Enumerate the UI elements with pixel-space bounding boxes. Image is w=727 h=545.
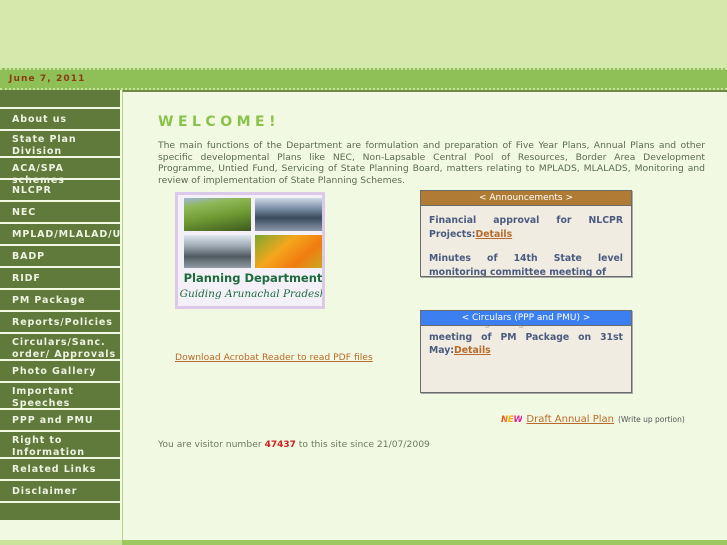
photo-landscape-icon (184, 198, 251, 231)
acrobat-reader-link[interactable]: Download Acrobat Reader to read PDF file… (175, 352, 373, 363)
sidebar-item-related-links[interactable]: Related Links (0, 459, 120, 481)
sidebar-item-label: Circulars/Sanc. order/ Approvals (12, 337, 116, 360)
new-badge-icon: NEW (501, 415, 523, 425)
sidebar-item-label: RIDF (12, 273, 41, 284)
sidebar-item-right-to-information[interactable]: Right to Information (0, 432, 120, 459)
logo-tagline: Guiding Arunachal Pradesh (179, 288, 325, 300)
visitor-count: 47437 (264, 440, 296, 450)
sidebar-item-label: MPLAD/MLALAD/UF (12, 229, 129, 240)
announcement-text: Minutes of 14th State level monitoring c… (429, 253, 623, 276)
footer-stripe-left (0, 540, 122, 545)
photo-river-icon (255, 198, 322, 231)
sidebar-item-label: Related Links (12, 464, 97, 475)
sidebar-item-state-plan-division[interactable]: State Plan Division (0, 131, 120, 158)
photo-bridge-icon (184, 235, 251, 268)
intro-paragraph: The main functions of the Department are… (158, 140, 705, 186)
sidebar-item-label: Important Speeches (12, 386, 74, 409)
announcement-text: Financial approval for NLCPR Projects: (429, 215, 623, 240)
sidebar-item-disclaimer[interactable]: Disclaimer (0, 481, 120, 503)
sidebar-item-badp[interactable]: BADP (0, 246, 120, 268)
sidebar-item-label: BADP (12, 251, 46, 262)
sidebar-item-label: NLCPR (12, 185, 52, 196)
circulars-header: < Circulars (PPP and PMU) > (421, 311, 631, 326)
draft-annual-plan-link[interactable]: Draft Annual Plan (526, 414, 614, 425)
visitor-suffix: to this site since 21/07/2009 (298, 439, 430, 450)
current-date: June 7, 2011 (9, 74, 86, 84)
announcement-item: Minutes of 14th State level monitoring c… (429, 252, 623, 276)
sidebar-bottom-spacer (0, 503, 120, 522)
sidebar-item-circulars-sanction-orders[interactable]: Circulars/Sanc. order/ Approvals (0, 334, 120, 361)
circular-details-link[interactable]: Details (454, 345, 491, 356)
date-bar: June 7, 2011 (0, 68, 727, 90)
main-content: WELCOME! The main functions of the Depar… (122, 90, 727, 542)
page-title: WELCOME! (158, 114, 280, 130)
sidebar-item-ppp-and-pmu[interactable]: PPP and PMU (0, 410, 120, 432)
sidebar-item-label: Reports/Policies (12, 317, 113, 328)
circulars-box: < Circulars (PPP and PMU) > Circular reg… (420, 310, 632, 393)
announcements-box: < Announcements > Financial approval for… (420, 190, 632, 277)
draft-annual-plan-note: (Write up portion) (618, 415, 685, 424)
circular-item: meeting of PM Package on 31st May:Detail… (429, 331, 623, 358)
announcements-header: < Announcements > (421, 191, 631, 206)
sidebar-item-label: State Plan Division (12, 134, 77, 157)
sidebar-nav: About us State Plan Division ACA/SPA sch… (0, 90, 128, 545)
announcements-body: Financial approval for NLCPR Projects:De… (421, 206, 631, 276)
announcement-details-link[interactable]: Details (476, 229, 513, 240)
sidebar-item-aca-spa-schemes[interactable]: ACA/SPA schemes (0, 158, 120, 186)
sidebar-item-label: ACA/SPA schemes (12, 163, 65, 186)
announcement-item: Financial approval for NLCPR Projects:De… (429, 214, 623, 241)
logo-photo-collage (184, 198, 322, 268)
sidebar-item-label: Photo Gallery (12, 366, 97, 377)
visitor-prefix: You are visitor number (158, 439, 262, 450)
sidebar-item-label: Right to Information (12, 435, 85, 458)
photo-orchid-icon (255, 235, 322, 268)
draft-annual-plan-row: NEW Draft Annual Plan (Write up portion) (501, 414, 685, 425)
footer-stripe (122, 540, 727, 545)
sidebar-item-important-speeches[interactable]: Important Speeches (0, 383, 120, 410)
sidebar-item-pm-package[interactable]: PM Package (0, 290, 120, 312)
sidebar-item-mplad-mlalad-uf[interactable]: MPLAD/MLALAD/UF (0, 224, 128, 246)
sidebar-item-label: Disclaimer (12, 486, 78, 497)
sidebar-item-label: NEC (12, 207, 37, 218)
sidebar-item-label: PPP and PMU (12, 415, 94, 426)
sidebar-item-about-us[interactable]: About us (0, 109, 120, 131)
sidebar-item-label: PM Package (12, 295, 86, 306)
planning-department-logo: Planning Department Guiding Arunachal Pr… (175, 192, 325, 309)
sidebar-item-ridf[interactable]: RIDF (0, 268, 120, 290)
sidebar-item-photo-gallery[interactable]: Photo Gallery (0, 361, 120, 383)
sidebar-item-nec[interactable]: NEC (0, 202, 120, 224)
logo-title: Planning Department (183, 271, 323, 285)
circulars-body: Circular regarding 15th SLMC meeting of … (421, 326, 631, 392)
sidebar-item-reports-policies[interactable]: Reports/Policies (0, 312, 120, 334)
visitor-counter: You are visitor number 47437 to this sit… (158, 439, 430, 450)
circulars-scroll-content: Circular regarding 15th SLMC meeting of … (429, 326, 623, 358)
sidebar-item-label: About us (12, 114, 67, 125)
site-banner (0, 0, 727, 68)
sidebar-top-spacer (0, 90, 120, 109)
